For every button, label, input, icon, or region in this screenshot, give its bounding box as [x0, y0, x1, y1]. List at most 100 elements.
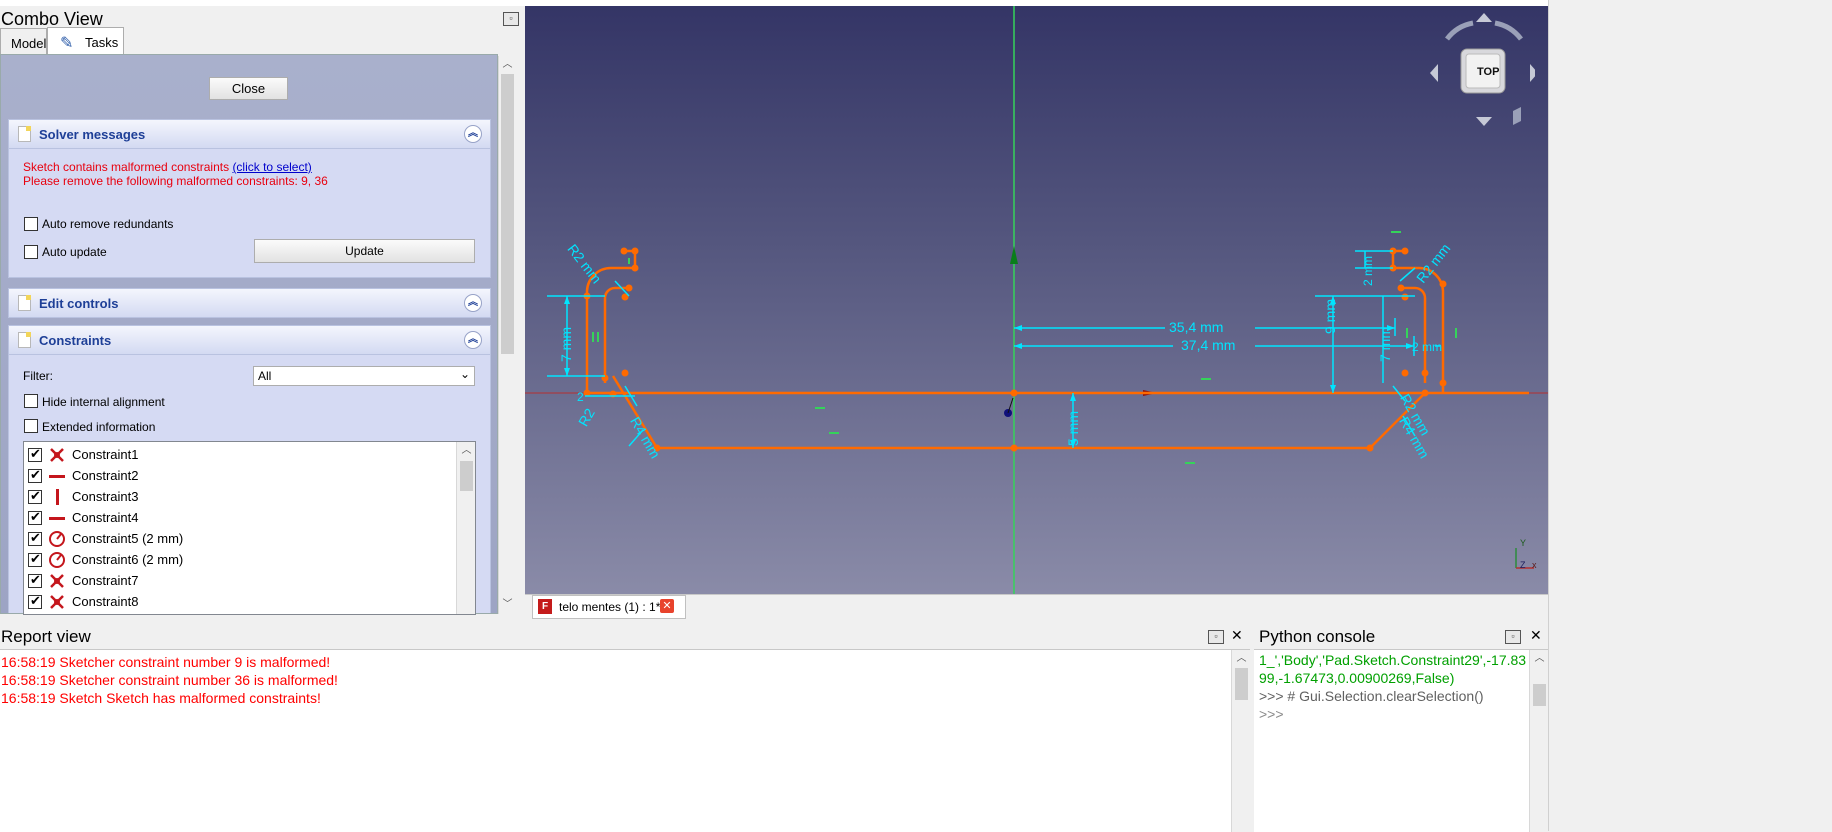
auto-update-checkbox[interactable]: [24, 245, 38, 259]
dimension-label[interactable]: 7 mm: [558, 327, 574, 362]
report-line: 16:58:19 Sketcher constraint number 9 is…: [1, 654, 331, 670]
constraint-checkbox[interactable]: [28, 593, 42, 609]
sketch-viewport[interactable]: 35,4 mm 37,4 mm 9 mm 7 mm 7 mm 5 mm R2 m…: [525, 6, 1548, 594]
float-icon[interactable]: ▫: [1505, 630, 1521, 644]
python-console-output[interactable]: 1_','Body','Pad.Sketch.Constraint29',-17…: [1254, 649, 1549, 832]
float-icon[interactable]: ▫: [1208, 630, 1224, 644]
collapse-icon[interactable]: ︽: [464, 125, 482, 143]
report-view-title: Report view: [1, 627, 91, 646]
filter-label: Filter:: [23, 369, 53, 383]
report-line: 16:58:19 Sketcher constraint number 36 i…: [1, 672, 338, 688]
constraint-checkbox[interactable]: [28, 572, 42, 588]
right-dock-area: [1548, 0, 1832, 831]
tasks-scrollbar[interactable]: ︿ ﹀: [498, 56, 517, 614]
click-to-select-link[interactable]: (click to select): [232, 160, 311, 174]
horizontal-icon: [49, 475, 65, 478]
console-line: 1_','Body','Pad.Sketch.Constraint29',-17…: [1259, 652, 1527, 668]
list-scrollbar[interactable]: ︿: [456, 442, 475, 614]
document-icon: [18, 126, 31, 142]
axis-y-label: Y: [1520, 538, 1527, 548]
vertical-icon: [56, 489, 59, 505]
constraint-checkbox[interactable]: [28, 530, 42, 546]
navcube-face-label[interactable]: TOP: [1477, 66, 1499, 78]
freecad-doc-icon: F: [538, 599, 552, 614]
dimension-label[interactable]: 9 mm: [1322, 299, 1338, 334]
scroll-thumb[interactable]: [1533, 684, 1546, 706]
constraints-list: Constraint1 Constraint2 Constraint3 Cons…: [23, 441, 476, 615]
edit-controls-header[interactable]: Edit controls ︽: [8, 288, 491, 318]
collapse-icon[interactable]: ︽: [464, 294, 482, 312]
dimension-label[interactable]: 7 mm: [1377, 327, 1393, 362]
radius-icon: [49, 552, 65, 568]
axis-x-label: x: [1532, 560, 1537, 570]
list-item[interactable]: Constraint1: [24, 444, 454, 465]
dimension-arrows: [564, 296, 1414, 448]
dimension-label[interactable]: 35,4 mm: [1169, 319, 1223, 335]
console-line: >>> # Gui.Selection.clearSelection(): [1259, 688, 1484, 704]
horizontal-icon: [49, 517, 65, 520]
dimension-label[interactable]: 2 mm: [1412, 340, 1442, 354]
scroll-thumb[interactable]: [460, 461, 473, 491]
extended-info-checkbox[interactable]: [24, 419, 38, 433]
edit-controls-title: Edit controls: [39, 296, 119, 311]
constraint-checkbox[interactable]: [28, 488, 42, 504]
scroll-down-icon[interactable]: ﹀: [499, 596, 516, 613]
scroll-up-icon[interactable]: ︿: [499, 56, 516, 73]
hide-internal-label: Hide internal alignment: [42, 395, 165, 409]
constraint-label: Constraint5 (2 mm): [72, 531, 184, 546]
scroll-up-icon[interactable]: ︿: [1531, 650, 1548, 667]
report-scrollbar[interactable]: ︿: [1231, 650, 1251, 832]
scroll-up-icon[interactable]: ︿: [1233, 650, 1250, 667]
console-scrollbar[interactable]: ︿: [1529, 650, 1549, 832]
constraint-label: Constraint3: [72, 489, 139, 504]
axis-z-label: Z: [1520, 560, 1526, 570]
scroll-thumb[interactable]: [1235, 668, 1248, 700]
sketch-canvas[interactable]: [525, 6, 1548, 594]
constraint-checkbox[interactable]: [28, 509, 42, 525]
constraint-checkbox[interactable]: [28, 551, 42, 567]
dimension-label[interactable]: 5 mm: [1065, 411, 1081, 446]
list-item[interactable]: Constraint3: [24, 486, 454, 507]
list-item[interactable]: Constraint6 (2 mm): [24, 549, 454, 570]
close-icon[interactable]: ✕: [1231, 627, 1243, 644]
console-line: 99,-1.67473,0.00900269,False): [1259, 670, 1455, 686]
close-icon[interactable]: ✕: [1530, 627, 1542, 644]
document-icon: [18, 332, 31, 348]
radius-icon: [49, 531, 65, 547]
float-icon[interactable]: ▫: [503, 12, 519, 26]
list-item[interactable]: Constraint7: [24, 570, 454, 591]
collapse-icon[interactable]: ︽: [464, 331, 482, 349]
close-icon[interactable]: ✕: [660, 599, 674, 613]
python-console-panel: Python console ▫ ✕ 1_','Body','Pad.Sketc…: [1254, 625, 1549, 832]
auto-remove-label: Auto remove redundants: [42, 217, 174, 231]
console-prompt[interactable]: >>>: [1259, 705, 1284, 723]
filter-select[interactable]: All ⌄: [253, 366, 475, 386]
scroll-up-icon[interactable]: ︿: [458, 442, 475, 459]
y-arrow-icon: [1010, 246, 1018, 264]
list-item[interactable]: Constraint4: [24, 507, 454, 528]
chevron-down-icon: ⌄: [459, 367, 470, 381]
document-tab-label: telo mentes (1) : 1*: [559, 600, 661, 614]
report-output[interactable]: 16:58:19 Sketcher constraint number 9 is…: [0, 649, 1251, 832]
close-button[interactable]: Close: [209, 77, 288, 100]
filter-value: All: [258, 369, 272, 383]
report-view-panel: Report view ▫ ✕ 16:58:19 Sketcher constr…: [0, 625, 1252, 832]
navigation-cube[interactable]: TOP: [1425, 11, 1535, 131]
list-item[interactable]: Constraint8: [24, 591, 454, 612]
constraint-checkbox[interactable]: [28, 446, 42, 462]
dimension-label[interactable]: 2: [577, 390, 584, 404]
solver-messages-header[interactable]: Solver messages ︽: [8, 119, 491, 149]
constraint-checkbox[interactable]: [28, 467, 42, 483]
update-button[interactable]: Update: [254, 239, 475, 263]
list-item[interactable]: Constraint5 (2 mm): [24, 528, 454, 549]
list-item[interactable]: Constraint2: [24, 465, 454, 486]
sketch-vertices[interactable]: [583, 247, 1447, 452]
auto-remove-checkbox[interactable]: [24, 217, 38, 231]
hide-internal-checkbox[interactable]: [24, 394, 38, 408]
scroll-thumb[interactable]: [501, 74, 514, 354]
dimension-label[interactable]: 2 mm: [1361, 256, 1375, 286]
constraints-header[interactable]: Constraints ︽: [8, 325, 491, 355]
report-line: 16:58:19 Sketch Sketch has malformed con…: [1, 690, 321, 706]
document-tab[interactable]: F telo mentes (1) : 1* ✕: [532, 595, 686, 619]
dimension-label[interactable]: 37,4 mm: [1181, 337, 1235, 353]
